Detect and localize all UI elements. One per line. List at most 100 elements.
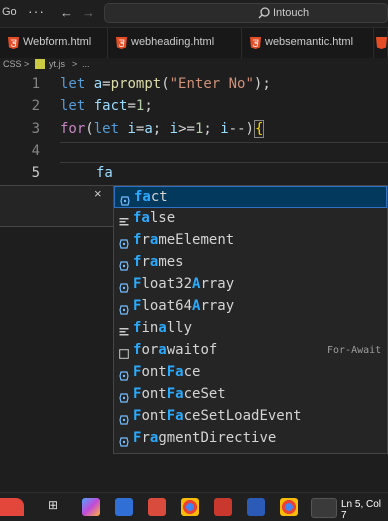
label-text: r bbox=[141, 430, 150, 446]
suggestion-item[interactable]: frameElement bbox=[114, 230, 387, 252]
label-text: mes bbox=[158, 254, 184, 270]
suggestion-label: FontFaceSetLoadEvent bbox=[133, 408, 302, 424]
close-icon[interactable]: × bbox=[94, 186, 102, 201]
match-highlight: Fa bbox=[166, 364, 184, 380]
html-file-icon bbox=[116, 37, 127, 49]
copilot-icon[interactable] bbox=[82, 498, 100, 516]
suggestion-label: Float64Array bbox=[133, 298, 234, 314]
token-keyword: let bbox=[60, 76, 86, 92]
suggestion-item[interactable]: forawaitof For-Await bbox=[114, 340, 387, 362]
tab-webheading[interactable]: webheading.html bbox=[108, 28, 242, 58]
task-view-icon[interactable]: ⊞ bbox=[48, 498, 66, 516]
app-icon[interactable] bbox=[214, 498, 232, 516]
label-text: or bbox=[141, 342, 159, 358]
taskbar-app-icon[interactable] bbox=[0, 498, 24, 516]
variable-icon bbox=[119, 390, 129, 403]
label-text: ct bbox=[150, 189, 168, 205]
breadcrumb-separator: > bbox=[72, 59, 78, 69]
html-file-icon bbox=[376, 37, 387, 49]
store-icon[interactable] bbox=[115, 498, 133, 516]
variable-icon bbox=[119, 258, 129, 271]
match-highlight: fa bbox=[134, 189, 151, 205]
breadcrumb-file[interactable]: yt.js bbox=[49, 59, 65, 69]
token-brace: { bbox=[253, 120, 265, 138]
suggestion-item[interactable]: false bbox=[114, 208, 387, 230]
label-text: loat32 bbox=[141, 276, 193, 292]
token-operator: = bbox=[127, 98, 136, 114]
suggestion-item[interactable]: FontFaceSet bbox=[114, 384, 387, 406]
token-keyword: let bbox=[93, 121, 120, 137]
token-variable: i bbox=[127, 121, 136, 137]
html-file-icon bbox=[8, 37, 19, 49]
breadcrumb-more[interactable]: ... bbox=[82, 59, 90, 69]
status-position[interactable]: Ln 5, Col 7 bbox=[341, 499, 388, 521]
label-text: rray bbox=[200, 298, 235, 314]
search-icon bbox=[258, 7, 270, 19]
match-highlight: a bbox=[158, 342, 167, 358]
suggestion-label: FontFaceSet bbox=[133, 386, 226, 402]
match-highlight: fa bbox=[133, 210, 150, 226]
variable-icon bbox=[119, 434, 129, 447]
back-arrow-icon[interactable]: ← bbox=[60, 5, 73, 20]
suggestion-item[interactable]: FontFace bbox=[114, 362, 387, 384]
label-text: ceSetLoadEvent bbox=[183, 408, 302, 424]
js-file-icon bbox=[35, 59, 45, 69]
suggest-widget[interactable]: fact false frameElement frames Float32Array F… bbox=[113, 185, 388, 454]
suggestion-item[interactable]: frames bbox=[114, 252, 387, 274]
token-function: prompt bbox=[110, 76, 162, 92]
suggestion-label: frames bbox=[133, 254, 184, 270]
token-keyword: for bbox=[60, 121, 86, 137]
suggestion-item[interactable]: FragmentDirective bbox=[114, 428, 387, 450]
label-text: ont bbox=[141, 364, 167, 380]
suggestion-label: false bbox=[133, 210, 175, 226]
tab-websemantic[interactable]: websemantic.html bbox=[242, 28, 374, 58]
line-number: 3 bbox=[31, 121, 40, 137]
token-paren: ); bbox=[253, 76, 271, 92]
match-highlight: Fa bbox=[166, 386, 184, 402]
suggestion-item[interactable]: fact bbox=[114, 186, 387, 208]
token-keyword: let bbox=[60, 98, 86, 114]
label-text: meElement bbox=[158, 232, 235, 248]
token-operator: -- bbox=[228, 121, 246, 137]
token-operator: = bbox=[102, 76, 111, 92]
tab-label: Webform.html bbox=[23, 36, 92, 48]
app-icon[interactable] bbox=[148, 498, 166, 516]
variable-icon bbox=[119, 412, 129, 425]
label-text: ceSet bbox=[183, 386, 226, 402]
variable-icon bbox=[119, 280, 129, 293]
menu-go[interactable]: Go bbox=[2, 6, 17, 18]
token-paren: ( bbox=[85, 121, 94, 137]
match-highlight: a bbox=[158, 320, 167, 336]
windows-taskbar: ⊞ Ln 5, Col 7 bbox=[0, 492, 388, 521]
vscode-icon[interactable] bbox=[311, 498, 337, 518]
suggestion-item[interactable]: FontFaceSetLoadEvent bbox=[114, 406, 387, 428]
variable-icon bbox=[119, 236, 129, 249]
code-line-5: fa bbox=[96, 165, 113, 181]
token-typed-text: fa bbox=[96, 165, 113, 181]
suggestion-label: FragmentDirective bbox=[133, 430, 276, 446]
forward-arrow-icon[interactable]: → bbox=[82, 5, 95, 20]
label-text: lse bbox=[149, 210, 176, 226]
tab-webform[interactable]: Webform.html bbox=[0, 28, 108, 58]
suggestion-item[interactable]: finally bbox=[114, 318, 387, 340]
label-text: in bbox=[141, 320, 159, 336]
tab-overflow[interactable] bbox=[374, 28, 388, 58]
label-text: lly bbox=[166, 320, 193, 336]
match-highlight: Fa bbox=[166, 408, 184, 424]
variable-icon bbox=[119, 368, 129, 381]
label-text: gmentDirective bbox=[158, 430, 277, 446]
word-icon[interactable] bbox=[247, 498, 265, 516]
token-punct: ; bbox=[144, 98, 153, 114]
html-file-icon bbox=[250, 37, 261, 49]
token-paren: ) bbox=[245, 121, 254, 137]
chrome-icon[interactable] bbox=[181, 498, 199, 516]
label-text: ce bbox=[183, 364, 201, 380]
suggestion-item[interactable]: Float32Array bbox=[114, 274, 387, 296]
breadcrumb-folder[interactable]: CSS bbox=[3, 59, 22, 69]
chrome-icon[interactable] bbox=[280, 498, 298, 516]
suggestion-item[interactable]: Float64Array bbox=[114, 296, 387, 318]
line-number: 2 bbox=[31, 98, 40, 114]
command-center-search[interactable]: Intouch bbox=[104, 3, 388, 23]
more-menu-icon[interactable]: ··· bbox=[28, 3, 45, 19]
code-line-3: for(let i=a; i>=1; i--){ bbox=[60, 120, 265, 138]
